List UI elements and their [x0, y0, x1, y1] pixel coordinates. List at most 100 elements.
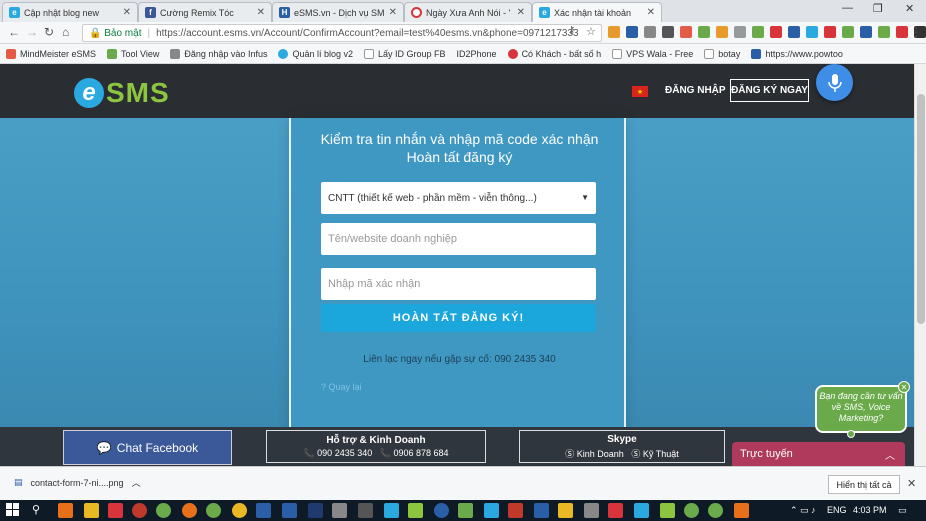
app-icon[interactable]	[484, 503, 499, 518]
filezilla-icon[interactable]	[108, 503, 123, 518]
extension-icon[interactable]	[842, 26, 854, 38]
reload-icon[interactable]: ↻	[44, 25, 54, 39]
download-item[interactable]: ▤ contact-form-7-ni....png ︿	[14, 476, 141, 489]
extension-icon[interactable]	[788, 26, 800, 38]
extension-icon[interactable]	[860, 26, 872, 38]
tab-1[interactable]: f Cường Remix Tóc ✕	[138, 2, 272, 22]
page-scrollbar[interactable]	[914, 64, 926, 466]
close-window-icon[interactable]: ✕	[905, 2, 914, 15]
home-icon[interactable]: ⌂	[62, 25, 69, 39]
back-icon[interactable]: ←	[8, 25, 20, 39]
close-icon[interactable]: ✕	[517, 7, 525, 18]
app-icon[interactable]	[584, 503, 599, 518]
app-icon[interactable]	[660, 503, 675, 518]
app-icon[interactable]	[734, 503, 749, 518]
skype-tech-link[interactable]: Kỹ Thuật	[643, 449, 679, 459]
photoshop-icon[interactable]	[308, 503, 323, 518]
menu-icon[interactable]: ⋮	[910, 25, 922, 39]
company-input[interactable]: Tên/website doanh nghiệp	[321, 223, 596, 255]
bookmark-item[interactable]: Có Khách - bất số h	[507, 48, 601, 59]
bookmark-item[interactable]: botay	[704, 48, 740, 59]
bookmark-item[interactable]: Lấy ID Group FB	[364, 48, 446, 59]
extension-icon[interactable]	[878, 26, 890, 38]
vietnam-flag-icon[interactable]: ★	[632, 86, 648, 97]
support-phone1[interactable]: 090 2435 340	[317, 448, 372, 458]
file-explorer-icon[interactable]	[84, 503, 99, 518]
illustrator-icon[interactable]	[58, 503, 73, 518]
app-icon[interactable]	[358, 503, 373, 518]
windows-start-icon[interactable]	[6, 503, 21, 518]
close-icon[interactable]: ✕	[123, 7, 131, 18]
close-icon[interactable]: ✕	[647, 7, 655, 18]
app-icon[interactable]	[508, 503, 523, 518]
minimize-icon[interactable]: —	[842, 2, 853, 14]
search-icon[interactable]: ⚲	[32, 503, 47, 518]
extension-icon[interactable]	[662, 26, 674, 38]
app-icon[interactable]	[558, 503, 573, 518]
bookmark-item[interactable]: ID2Phone	[457, 49, 497, 59]
register-button[interactable]: ĐĂNG KÝ NGAY	[730, 79, 809, 102]
verification-code-input[interactable]: Nhập mã xác nhận	[321, 268, 596, 300]
close-icon[interactable]: ✕	[389, 7, 397, 18]
key-icon[interactable]: ⚷	[568, 25, 575, 36]
chrome-icon[interactable]	[708, 503, 723, 518]
close-icon[interactable]: ✕	[907, 477, 916, 490]
bookmark-item[interactable]: Quản lí blog v2	[278, 48, 353, 59]
app-icon[interactable]	[534, 503, 549, 518]
notification-icon[interactable]: ▭	[898, 505, 907, 516]
app-icon[interactable]	[608, 503, 623, 518]
tab-2[interactable]: H eSMS.vn - Dịch vụ SMS c ✕	[272, 2, 404, 22]
app-icon[interactable]	[332, 503, 347, 518]
app-icon[interactable]	[434, 503, 449, 518]
extension-icon[interactable]	[644, 26, 656, 38]
extension-icon[interactable]	[752, 26, 764, 38]
extension-icon[interactable]	[806, 26, 818, 38]
firefox-icon[interactable]	[182, 503, 197, 518]
skype-sales-link[interactable]: Kinh Doanh	[577, 449, 624, 459]
show-all-downloads-button[interactable]: Hiển thị tất cả	[828, 475, 900, 494]
app-icon[interactable]	[384, 503, 399, 518]
back-link[interactable]: ? Quay lại	[321, 382, 362, 392]
close-icon[interactable]: ✕	[898, 381, 910, 393]
hostinger-icon[interactable]	[282, 503, 297, 518]
app-icon[interactable]	[232, 503, 247, 518]
app-icon[interactable]	[634, 503, 649, 518]
language-indicator[interactable]: ENG	[827, 505, 847, 515]
bookmark-item[interactable]: https://www.powtoo	[751, 48, 843, 59]
close-icon[interactable]: ✕	[257, 7, 265, 18]
chat-prompt-bubble[interactable]: Bạn đang cần tư vấn về SMS, Voice Market…	[815, 381, 910, 433]
chat-facebook-button[interactable]: 💬 Chat Facebook	[63, 430, 232, 465]
chevron-up-icon[interactable]: ︿	[132, 476, 141, 489]
restore-icon[interactable]: ❐	[873, 2, 883, 15]
complete-registration-button[interactable]: HOÀN TẤT ĐĂNG KÝ!	[321, 304, 596, 332]
app-icon[interactable]	[458, 503, 473, 518]
support-phone2[interactable]: 0906 878 684	[393, 448, 448, 458]
extension-icon[interactable]	[896, 26, 908, 38]
tray-icons[interactable]: ⌃ ▭ ♪	[790, 505, 816, 516]
tab-0[interactable]: e Cập nhật blog new ✕	[2, 2, 138, 22]
app-icon[interactable]	[256, 503, 271, 518]
extension-icon[interactable]	[734, 26, 746, 38]
bookmark-item[interactable]: MindMeister eSMS	[6, 48, 96, 59]
opera-icon[interactable]	[132, 503, 147, 518]
forward-icon[interactable]: →	[26, 25, 38, 39]
esms-logo[interactable]: e SMS	[74, 77, 170, 109]
bookmark-item[interactable]: VPS Wala - Free	[612, 48, 693, 59]
microphone-icon[interactable]	[816, 64, 853, 101]
app-icon[interactable]	[408, 503, 423, 518]
extension-icon[interactable]	[680, 26, 692, 38]
tab-3[interactable]: Ngày Xưa Anh Nói - ' ✕	[404, 2, 532, 22]
bookmark-item[interactable]: Đăng nhập vào Infus	[170, 48, 267, 59]
live-chat-tab[interactable]: Trực tuyến ︿	[732, 442, 905, 466]
app-icon[interactable]	[684, 503, 699, 518]
tab-4[interactable]: e Xác nhận tài khoản ✕	[532, 2, 662, 22]
scrollbar-thumb[interactable]	[917, 94, 925, 324]
industry-select[interactable]: CNTT (thiết kế web - phần mềm - viễn thô…	[321, 182, 596, 214]
login-link[interactable]: ĐĂNG NHẬP	[665, 85, 726, 96]
extension-icon[interactable]	[716, 26, 728, 38]
extension-icon[interactable]	[698, 26, 710, 38]
extension-icon[interactable]	[608, 26, 620, 38]
extension-icon[interactable]	[626, 26, 638, 38]
bookmark-item[interactable]: Tool View	[107, 48, 159, 59]
url-input[interactable]: 🔒 Bảo mật | https://account.esms.vn/Acco…	[82, 24, 602, 42]
